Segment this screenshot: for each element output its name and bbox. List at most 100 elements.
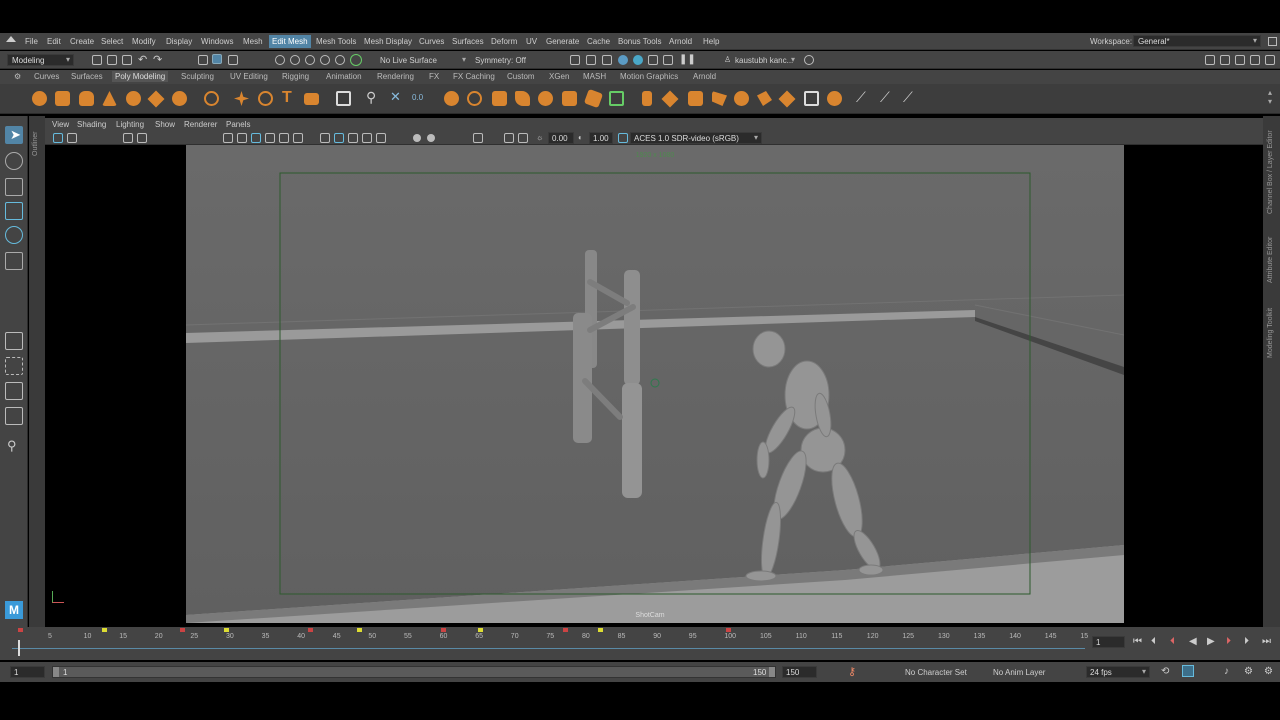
arnold-ipr-icon[interactable] xyxy=(663,55,673,65)
snap-view-icon[interactable] xyxy=(320,55,330,65)
gamma-field[interactable]: 1.00 xyxy=(589,132,613,144)
platonic-solid-icon[interactable] xyxy=(204,91,219,106)
menu-display[interactable]: Display xyxy=(166,37,192,46)
current-frame-field[interactable]: 1 xyxy=(1092,636,1125,648)
shelf-tab-sculpting[interactable]: Sculpting xyxy=(181,72,214,81)
menu-windows[interactable]: Windows xyxy=(201,37,233,46)
range-end-handle[interactable] xyxy=(769,667,775,677)
sweep-mesh-icon[interactable] xyxy=(258,91,273,106)
keyframe-marker[interactable] xyxy=(180,628,185,632)
color-space-dropdown[interactable]: ACES 1.0 SDR-video (sRGB) ▾ xyxy=(630,132,762,144)
play-back-icon[interactable]: ◀ xyxy=(1189,636,1197,647)
play-forward-icon[interactable]: ▶ xyxy=(1207,636,1215,647)
menu-edit-mesh[interactable]: Edit Mesh xyxy=(269,35,311,48)
next-key-icon[interactable]: ⏵ xyxy=(1226,636,1231,647)
hypershade-icon[interactable] xyxy=(633,55,643,65)
bookmark-icon[interactable] xyxy=(123,133,133,143)
svg-tool-icon[interactable] xyxy=(304,93,319,105)
reduce-icon[interactable] xyxy=(515,91,530,106)
attribute-editor-icon[interactable] xyxy=(1220,55,1230,65)
shelf-tab-fx[interactable]: FX xyxy=(429,72,439,81)
maya-home-icon[interactable] xyxy=(6,36,16,42)
menu-file[interactable]: File xyxy=(25,37,38,46)
super-shape-icon[interactable] xyxy=(234,91,249,106)
shelf-tab-rigging[interactable]: Rigging xyxy=(282,72,309,81)
lights-icon[interactable] xyxy=(376,133,386,143)
render-view-icon[interactable] xyxy=(570,55,580,65)
textured-icon[interactable] xyxy=(362,133,372,143)
shelf-tab-xgen[interactable]: XGen xyxy=(549,72,569,81)
viewport-scene[interactable]: 1920 x 1080 ShotCam xyxy=(45,145,1124,623)
vp-menu-view[interactable]: View xyxy=(52,120,69,129)
keyframe-marker[interactable] xyxy=(357,628,362,632)
select-hierarchy-icon[interactable] xyxy=(198,55,208,65)
xray-joints-icon[interactable] xyxy=(518,133,528,143)
shelf-scroll-icon[interactable]: ▴ ▾ xyxy=(1268,88,1272,106)
modeling-toolkit-tab[interactable]: Modeling Toolkit xyxy=(1267,308,1274,358)
search-icon[interactable]: ⚲ xyxy=(7,438,17,454)
shelf-tab-mash[interactable]: MASH xyxy=(583,72,606,81)
paint-select-icon[interactable] xyxy=(5,178,23,196)
outliner-dock[interactable]: Outliner xyxy=(29,116,45,630)
grid-toggle-icon[interactable] xyxy=(223,133,233,143)
mode-dropdown[interactable]: Modeling ▾ xyxy=(7,54,74,66)
extract-icon[interactable] xyxy=(492,91,507,106)
vp-menu-lighting[interactable]: Lighting xyxy=(116,120,144,129)
open-scene-icon[interactable] xyxy=(107,55,117,65)
live-surface-text[interactable]: No Live Surface xyxy=(380,56,437,65)
insert-edge-loop-icon[interactable] xyxy=(757,91,772,106)
menu-mesh-display[interactable]: Mesh Display xyxy=(364,37,412,46)
field-chart-icon[interactable] xyxy=(279,133,289,143)
exposure-field[interactable]: 0.00 xyxy=(548,132,574,144)
vp-menu-renderer[interactable]: Renderer xyxy=(184,120,217,129)
save-scene-icon[interactable] xyxy=(122,55,132,65)
xray-icon[interactable] xyxy=(504,133,514,143)
shelf-menu-icon[interactable]: ⚙ xyxy=(14,72,21,81)
anim-prefs-icon[interactable]: ⚙ xyxy=(1244,666,1253,677)
fps-dropdown[interactable]: 24 fps ▾ xyxy=(1086,666,1150,678)
cleanup-icon[interactable] xyxy=(538,91,553,106)
loop-icon[interactable]: ⟲ xyxy=(1161,666,1169,677)
expand-icon[interactable] xyxy=(1268,37,1277,46)
time-slider[interactable]: 5 10 15 20 25 30 35 40 45 50 55 60 65 70 75 80 85 90 95 100… xyxy=(0,627,1280,660)
go-to-start-icon[interactable]: ⏮ xyxy=(1133,636,1142,647)
menu-curves[interactable]: Curves xyxy=(419,37,444,46)
cache-playback-icon[interactable] xyxy=(1182,665,1194,677)
shadows-icon[interactable] xyxy=(413,134,421,142)
menu-create[interactable]: Create xyxy=(70,37,94,46)
menu-mesh-tools[interactable]: Mesh Tools xyxy=(316,37,356,46)
keyframe-marker[interactable] xyxy=(598,628,603,632)
snap-surface-icon[interactable] xyxy=(335,55,345,65)
shelf-tab-custom[interactable]: Custom xyxy=(507,72,535,81)
scale-tool-icon[interactable] xyxy=(5,252,23,270)
arnold-render-icon[interactable] xyxy=(648,55,658,65)
undo-icon[interactable]: ↶ xyxy=(138,53,147,66)
poly-cube-icon[interactable] xyxy=(55,91,70,106)
shelf-tab-rendering[interactable]: Rendering xyxy=(377,72,414,81)
menu-help[interactable]: Help xyxy=(703,37,719,46)
keyframe-marker[interactable] xyxy=(308,628,313,632)
shelf-tab-motion-graphics[interactable]: Motion Graphics xyxy=(620,72,678,81)
shelf-tab-arnold[interactable]: Arnold xyxy=(693,72,716,81)
menu-cache[interactable]: Cache xyxy=(587,37,610,46)
select-object-icon[interactable] xyxy=(212,54,222,64)
lasso-tool-icon[interactable] xyxy=(5,152,23,170)
menu-surfaces[interactable]: Surfaces xyxy=(452,37,484,46)
keyframe-marker[interactable] xyxy=(726,628,731,632)
keyframe-marker[interactable] xyxy=(224,628,229,632)
multi-cut-icon[interactable] xyxy=(734,91,749,106)
select-component-icon[interactable] xyxy=(228,55,238,65)
camera-attributes-icon[interactable] xyxy=(67,133,77,143)
viewport-panel[interactable]: 1920 x 1080 ShotCam xyxy=(45,145,1124,623)
append-polygon-icon[interactable] xyxy=(712,91,727,106)
image-plane-icon[interactable] xyxy=(137,133,147,143)
bevel-icon[interactable] xyxy=(688,91,703,106)
sculpt-brush-icon[interactable]: ⟋ xyxy=(856,89,866,106)
relax-brush-icon[interactable]: ⟋ xyxy=(880,89,890,106)
extrude-icon[interactable] xyxy=(642,91,652,106)
boolean-union-icon[interactable] xyxy=(444,91,459,106)
snap-grid-icon[interactable] xyxy=(275,55,285,65)
shelf-tab-poly-modeling[interactable]: Poly Modeling xyxy=(112,71,169,82)
poly-plane-icon[interactable] xyxy=(147,90,165,108)
fill-hole-icon[interactable] xyxy=(562,91,577,106)
